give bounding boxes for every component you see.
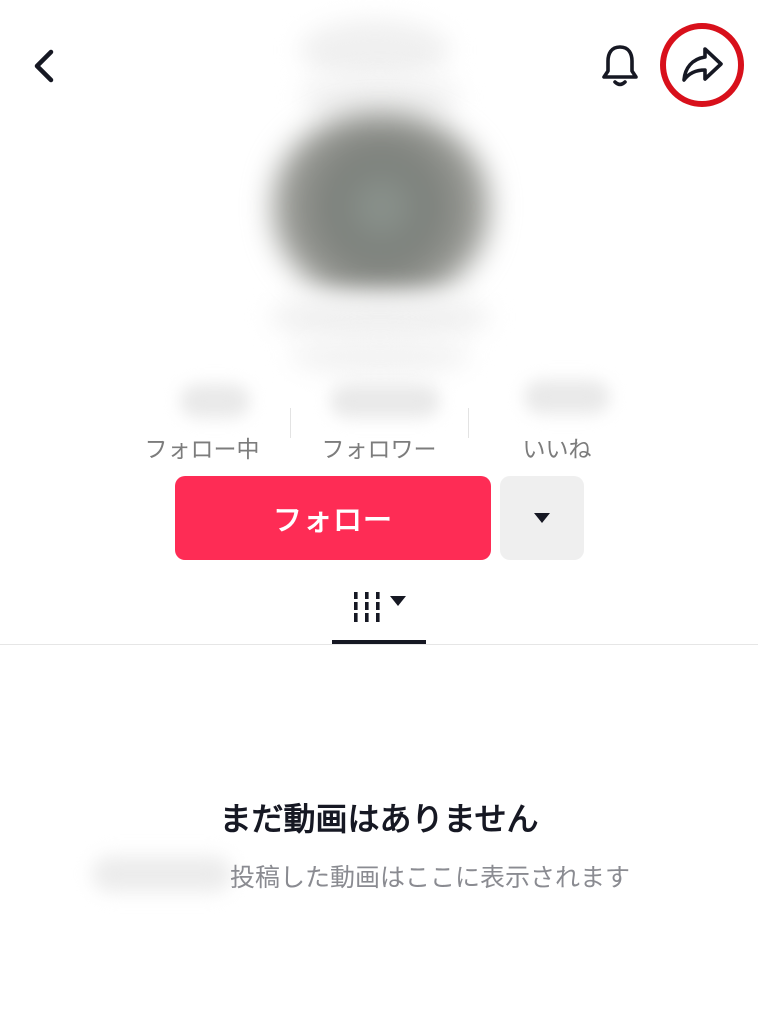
back-button[interactable] — [22, 40, 66, 92]
chevron-left-icon — [34, 49, 54, 83]
blurred-display-name — [270, 292, 490, 342]
empty-state-subtitle: 投稿した動画はここに表示されます — [230, 863, 631, 892]
blurred-empty-detail — [92, 856, 232, 892]
blurred-username — [300, 20, 450, 80]
share-arrow-icon — [682, 47, 723, 82]
grid-columns-icon — [354, 592, 380, 622]
followers-stat[interactable]: フォロワー — [316, 430, 442, 464]
likes-count-blurred — [524, 380, 610, 414]
suggested-accounts-button[interactable] — [500, 476, 584, 560]
empty-state-title: まだ動画はありません — [219, 800, 539, 838]
avatar[interactable] — [272, 112, 490, 302]
followers-count-blurred — [330, 384, 440, 418]
bell-icon — [602, 45, 638, 87]
follow-button-label: フォロー — [272, 503, 393, 537]
caret-down-icon — [534, 513, 550, 523]
notification-bell-button[interactable] — [594, 38, 646, 94]
tab-divider — [0, 644, 758, 645]
follow-button[interactable]: フォロー — [175, 476, 491, 560]
tab-caret-down-icon — [390, 596, 406, 606]
following-count-blurred — [180, 384, 250, 418]
tab-videos[interactable] — [333, 582, 425, 632]
stat-divider — [290, 408, 291, 438]
blurred-bio — [290, 336, 470, 376]
following-stat[interactable]: フォロー中 — [140, 430, 264, 464]
likes-stat[interactable]: いいね — [520, 430, 594, 464]
share-button[interactable] — [660, 23, 744, 107]
stat-divider — [468, 408, 469, 438]
